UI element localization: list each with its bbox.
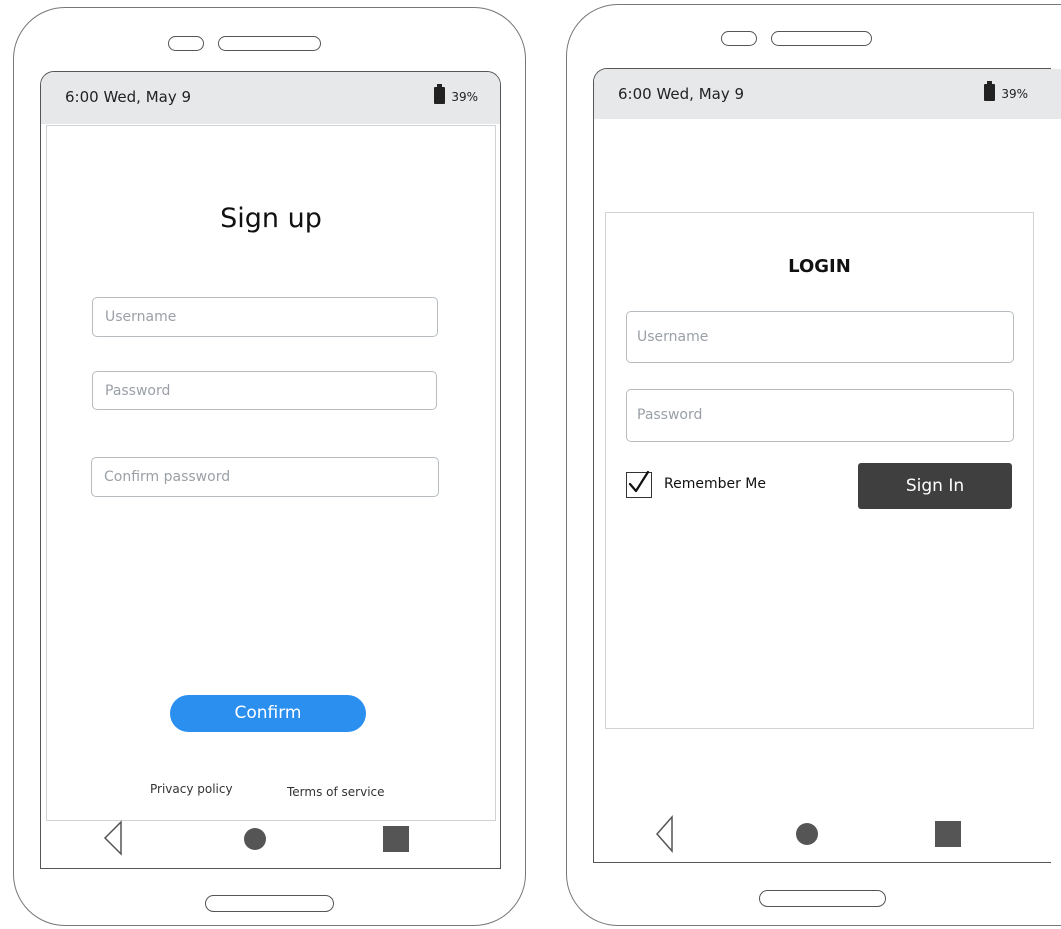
password-input[interactable]: Password <box>626 389 1014 442</box>
home-icon[interactable] <box>796 823 818 845</box>
terms-of-service-link[interactable]: Terms of service <box>287 785 385 799</box>
privacy-policy-link[interactable]: Privacy policy <box>150 782 233 796</box>
confirm-password-input[interactable]: Confirm password <box>91 457 439 497</box>
confirm-password-placeholder: Confirm password <box>104 469 231 485</box>
status-battery: 39% <box>984 69 1028 119</box>
camera-icon <box>168 36 204 51</box>
remember-me-checkbox[interactable] <box>626 470 652 498</box>
confirm-button[interactable]: Confirm <box>170 695 366 732</box>
battery-percent: 39% <box>1001 87 1028 101</box>
speaker-icon <box>771 31 872 46</box>
sign-in-button[interactable]: Sign In <box>858 463 1012 509</box>
username-input[interactable]: Username <box>626 311 1014 363</box>
camera-icon <box>721 31 757 46</box>
login-status-bar: 6:00 Wed, May 9 39% <box>594 69 1061 119</box>
checkmark-icon <box>628 470 649 493</box>
password-placeholder: Password <box>105 383 171 399</box>
remember-me-label: Remember Me <box>664 476 766 492</box>
recent-apps-icon[interactable] <box>935 821 961 847</box>
battery-percent: 39% <box>451 90 478 104</box>
home-bar <box>759 890 886 907</box>
username-placeholder: Username <box>105 309 177 325</box>
password-placeholder: Password <box>637 407 703 423</box>
battery-icon <box>434 84 446 104</box>
home-bar <box>205 895 334 912</box>
status-battery: 39% <box>434 72 478 122</box>
recent-apps-icon[interactable] <box>383 826 409 852</box>
battery-icon <box>984 81 996 101</box>
speaker-icon <box>218 36 321 51</box>
home-icon[interactable] <box>244 828 266 850</box>
back-icon[interactable] <box>102 820 124 856</box>
username-placeholder: Username <box>637 329 709 345</box>
username-input[interactable]: Username <box>92 297 438 337</box>
signup-status-bar: 6:00 Wed, May 9 39% <box>41 72 500 124</box>
page-title: Sign up <box>220 203 322 234</box>
back-icon[interactable] <box>654 815 676 853</box>
password-input[interactable]: Password <box>92 371 437 410</box>
login-title: LOGIN <box>788 256 851 277</box>
status-time: 6:00 Wed, May 9 <box>65 88 192 106</box>
status-time: 6:00 Wed, May 9 <box>618 85 745 103</box>
